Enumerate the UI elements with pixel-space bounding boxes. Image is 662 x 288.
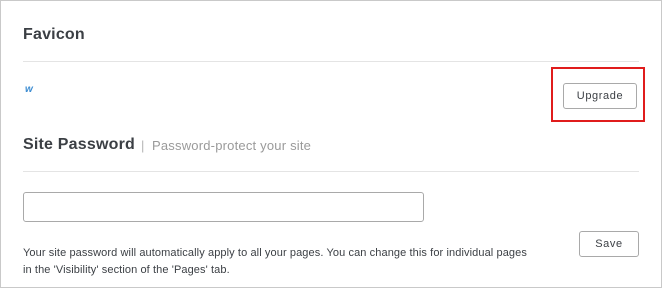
settings-panel: Favicon w Upgrade Site Password | Passwo…	[0, 0, 662, 288]
upgrade-button[interactable]: Upgrade	[563, 83, 637, 109]
site-password-help-text: Your site password will automatically ap…	[23, 245, 573, 279]
favicon-heading: Favicon	[23, 26, 85, 43]
site-password-input[interactable]	[23, 192, 424, 222]
save-button[interactable]: Save	[579, 231, 639, 257]
site-password-heading: Site Password	[23, 136, 135, 153]
divider	[23, 171, 639, 172]
heading-separator: |	[141, 138, 145, 153]
divider	[23, 61, 639, 62]
favicon-preview-icon: w	[25, 84, 33, 95]
help-text-line-1: Your site password will automatically ap…	[23, 247, 527, 259]
site-password-subheading: Password-protect your site	[152, 138, 312, 153]
help-text-line-2: in the 'Visibility' section of the 'Page…	[23, 264, 230, 276]
